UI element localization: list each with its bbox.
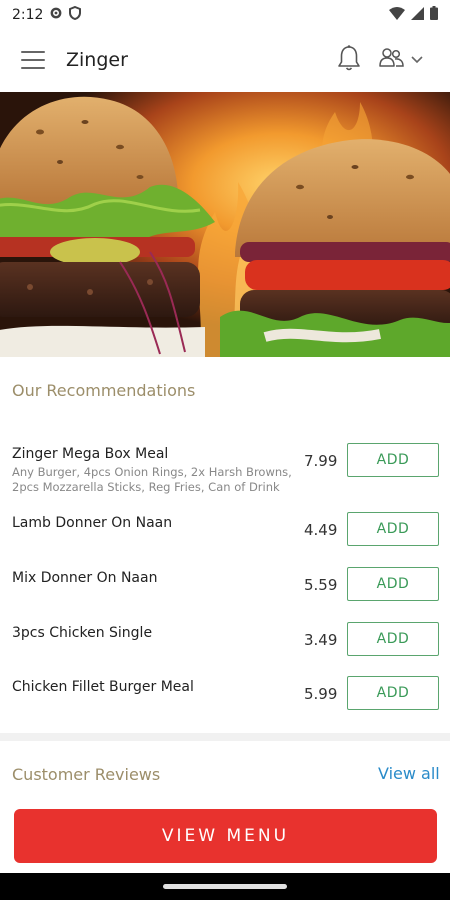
home-handle[interactable]	[163, 884, 287, 889]
list-item: Lamb Donner On Naan 4.49 ADD	[12, 512, 440, 546]
wifi-icon	[389, 6, 405, 24]
add-button[interactable]: ADD	[347, 512, 439, 546]
list-item: Chicken Fillet Burger Meal 5.99 ADD	[12, 676, 440, 710]
list-item: 3pcs Chicken Single 3.49 ADD	[12, 622, 440, 656]
battery-icon	[430, 6, 438, 24]
view-menu-button[interactable]: VIEW MENU	[14, 809, 437, 863]
recommendations-title: Our Recommendations	[12, 381, 196, 400]
app-bar: Zinger	[0, 30, 450, 90]
item-price: 7.99	[304, 452, 338, 470]
item-price: 3.49	[304, 631, 338, 649]
section-divider	[0, 733, 450, 741]
list-item: Zinger Mega Box Meal Any Burger, 4pcs On…	[12, 443, 440, 495]
view-all-link[interactable]: View all	[378, 764, 440, 783]
status-time: 2:12	[12, 7, 44, 23]
user-group-icon	[378, 46, 406, 72]
bell-icon[interactable]	[336, 44, 362, 76]
signal-icon	[411, 6, 424, 24]
shield-icon	[69, 5, 82, 24]
hero-image	[0, 92, 450, 357]
item-price: 5.59	[304, 576, 338, 594]
add-button[interactable]: ADD	[347, 567, 439, 601]
page-title: Zinger	[66, 49, 128, 71]
status-bar: 2:12	[0, 0, 450, 30]
settings-icon	[49, 6, 63, 24]
user-dropdown[interactable]	[378, 46, 424, 72]
add-button[interactable]: ADD	[347, 676, 439, 710]
item-description: Any Burger, 4pcs Onion Rings, 2x Harsh B…	[12, 465, 292, 494]
item-price: 4.49	[304, 521, 338, 539]
menu-icon[interactable]	[21, 51, 45, 69]
navigation-bar	[0, 873, 450, 900]
chevron-down-icon	[410, 50, 424, 69]
add-button[interactable]: ADD	[347, 443, 439, 477]
item-price: 5.99	[304, 685, 338, 703]
list-item: Mix Donner On Naan 5.59 ADD	[12, 567, 440, 601]
reviews-title: Customer Reviews	[12, 765, 161, 784]
add-button[interactable]: ADD	[347, 622, 439, 656]
